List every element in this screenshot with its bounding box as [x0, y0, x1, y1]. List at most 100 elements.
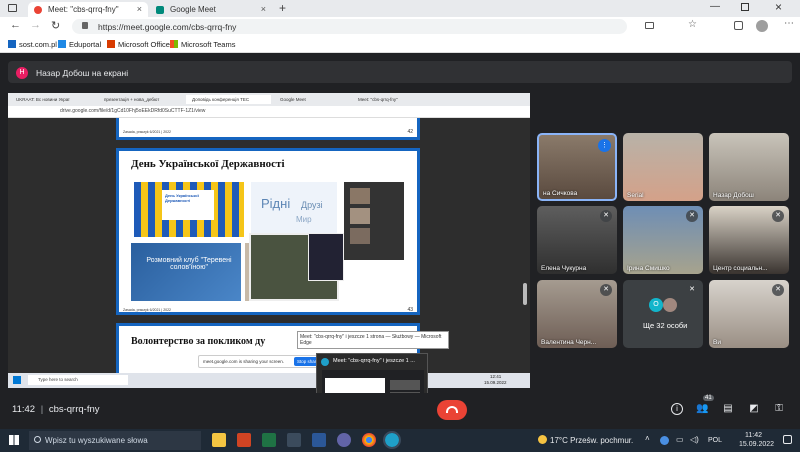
slide-page: День Української Державності День Україн… [116, 148, 420, 315]
photo-collage [344, 182, 404, 260]
bookmark-sost[interactable]: sost.com.pl [8, 40, 57, 49]
windows-search-input[interactable]: Wpisz tu wyszukiwane słowa [29, 431, 201, 450]
window-menu-icon[interactable] [8, 4, 17, 12]
participant-name: Елена Чукурна [541, 265, 587, 272]
page-footer: Zasada, praczyk 6/2021 | 2022 [123, 308, 171, 312]
activities-icon[interactable]: ◩ [748, 403, 760, 415]
forward-icon[interactable]: → [30, 19, 41, 31]
taskbar-date[interactable]: 15.09.2022 [739, 441, 774, 448]
word-icon[interactable] [312, 433, 326, 447]
word-cloud: Рідні Друзі Мир [251, 182, 337, 234]
inner-date: 15.09.2022 [484, 380, 507, 385]
lock-icon [82, 22, 88, 29]
sharing-notice: meet.google.com is sharing your screen. … [198, 355, 328, 368]
word-cloud-word: Мир [296, 215, 312, 224]
presenter-label: Назар Добош на екрані [36, 68, 129, 78]
ukraine-banner: День Української Державності [134, 182, 244, 237]
separator: | [40, 404, 44, 415]
new-tab-icon[interactable]: + [279, 1, 286, 15]
url-field[interactable]: https://meet.google.com/cbs-qrrq-fny [72, 19, 627, 34]
participant-tile-6[interactable]: ✕ Центр социальн... [709, 206, 789, 274]
club-title: Розмовний клуб "Теревені солов'їною" [146, 257, 232, 271]
tab-meet[interactable]: Meet: "cbs-qrrq-fny" × [28, 2, 148, 17]
meeting-info: 11:42 | cbs-qrrq-fny [12, 404, 100, 415]
tray-app-icon[interactable] [660, 436, 669, 445]
mic-off-icon: ✕ [686, 284, 698, 296]
excel-icon[interactable] [262, 433, 276, 447]
inner-tab: Доповідь конференція ТЕС [186, 95, 271, 104]
pdf-viewer: Zasada, praczyk 6/2021 | 2022 42 День Ук… [8, 118, 530, 373]
taskbar-clock[interactable]: 11:42 [745, 432, 762, 439]
club-photo: Розмовний клуб "Теревені солов'їною" [131, 243, 241, 301]
photo [350, 188, 370, 204]
more-participants-tile[interactable]: ✕ O Ще 32 особи [623, 280, 703, 348]
reload-icon[interactable]: ↻ [51, 19, 60, 32]
word-cloud-word: Рідні [261, 196, 291, 211]
windows-start-icon[interactable] [9, 435, 19, 445]
self-tile[interactable]: ✕ Ви [709, 280, 789, 348]
windows-icon [170, 40, 178, 48]
page-footer: Zasada, praczyk 6/2021 | 2022 [123, 130, 171, 134]
maximize-icon[interactable] [741, 3, 749, 11]
inner-tab: UKRAAT: Вс новини Украї [16, 97, 70, 102]
weather-text[interactable]: 17°C Prześw. pochmur. [550, 436, 633, 445]
inner-tab: Google Meet [280, 97, 306, 102]
file-explorer-icon[interactable] [212, 433, 226, 447]
edge-icon[interactable] [383, 431, 401, 449]
camera-icon[interactable] [645, 22, 654, 29]
profile-avatar[interactable] [756, 20, 768, 32]
photo [350, 208, 370, 224]
site-icon [58, 40, 66, 48]
tab-google-meet[interactable]: Google Meet × [150, 2, 272, 17]
participant-tile-3[interactable]: Назар Добош [709, 133, 789, 201]
participant-tile-2[interactable]: Serial [623, 133, 703, 201]
meeting-time: 11:42 [12, 404, 36, 415]
search-icon [34, 436, 41, 443]
teams-icon[interactable] [337, 433, 351, 447]
tray-up-icon[interactable]: ˄ [645, 434, 650, 443]
participant-tile-7[interactable]: ✕ Валентина Черн... [537, 280, 617, 348]
volume-icon[interactable]: ◁) [690, 435, 699, 444]
collections-icon[interactable] [734, 21, 743, 30]
scrollbar[interactable] [523, 283, 527, 305]
app-icon[interactable] [287, 433, 301, 447]
banner-card: День Української Державності [162, 190, 214, 220]
more-icon[interactable]: ⋯ [784, 18, 794, 29]
participant-name: Ви [713, 339, 721, 346]
hangup-icon [446, 406, 458, 413]
slide-title: День Української Державності [131, 158, 285, 170]
site-icon [8, 40, 16, 48]
favorite-icon[interactable]: ☆ [688, 19, 697, 30]
poster-photo [308, 233, 344, 281]
office-icon [107, 40, 115, 48]
network-icon[interactable]: ▭ [676, 435, 684, 444]
prev-page: Zasada, praczyk 6/2021 | 2022 42 [116, 118, 420, 140]
powerpoint-icon[interactable] [237, 433, 251, 447]
people-icon[interactable]: 👥 [696, 403, 708, 415]
participant-tile-4[interactable]: ✕ Елена Чукурна [537, 206, 617, 274]
page-number: 43 [407, 307, 413, 313]
language-indicator[interactable]: POL [708, 437, 722, 444]
participant-name: Валентина Черн... [541, 339, 597, 346]
close-window-icon[interactable]: × [775, 0, 782, 14]
chrome-icon[interactable] [362, 433, 376, 447]
chat-icon[interactable]: ▤ [722, 403, 734, 415]
bookmark-office[interactable]: Microsoft Office [107, 40, 170, 49]
leave-call-button[interactable] [437, 400, 467, 420]
bookmark-eduportal[interactable]: Eduportal [58, 40, 101, 49]
lock-icon[interactable]: ⚿ [773, 403, 785, 415]
close-icon[interactable]: × [137, 4, 142, 14]
minimize-icon[interactable]: — [710, 1, 720, 12]
thumbnail-title: Meet: "cbs-qrrq-fny" i jeszcze 1 ... [333, 358, 415, 364]
participant-tile-5[interactable]: ✕ Ірина Смишко [623, 206, 703, 274]
info-icon[interactable]: i [671, 403, 683, 415]
bookmark-teams[interactable]: Microsoft Teams [170, 40, 235, 49]
mic-off-icon: ✕ [600, 210, 612, 222]
inner-clock: 12:41 [490, 374, 502, 379]
close-icon[interactable]: × [261, 4, 266, 14]
back-icon[interactable]: ← [10, 19, 21, 31]
notifications-icon[interactable] [783, 435, 792, 444]
inner-tab: презентація + нова_дебют [104, 97, 160, 102]
sharing-text: meet.google.com is sharing your screen. [203, 359, 285, 364]
participant-tile-1[interactable]: ⋮ на Сичкова [537, 133, 617, 201]
